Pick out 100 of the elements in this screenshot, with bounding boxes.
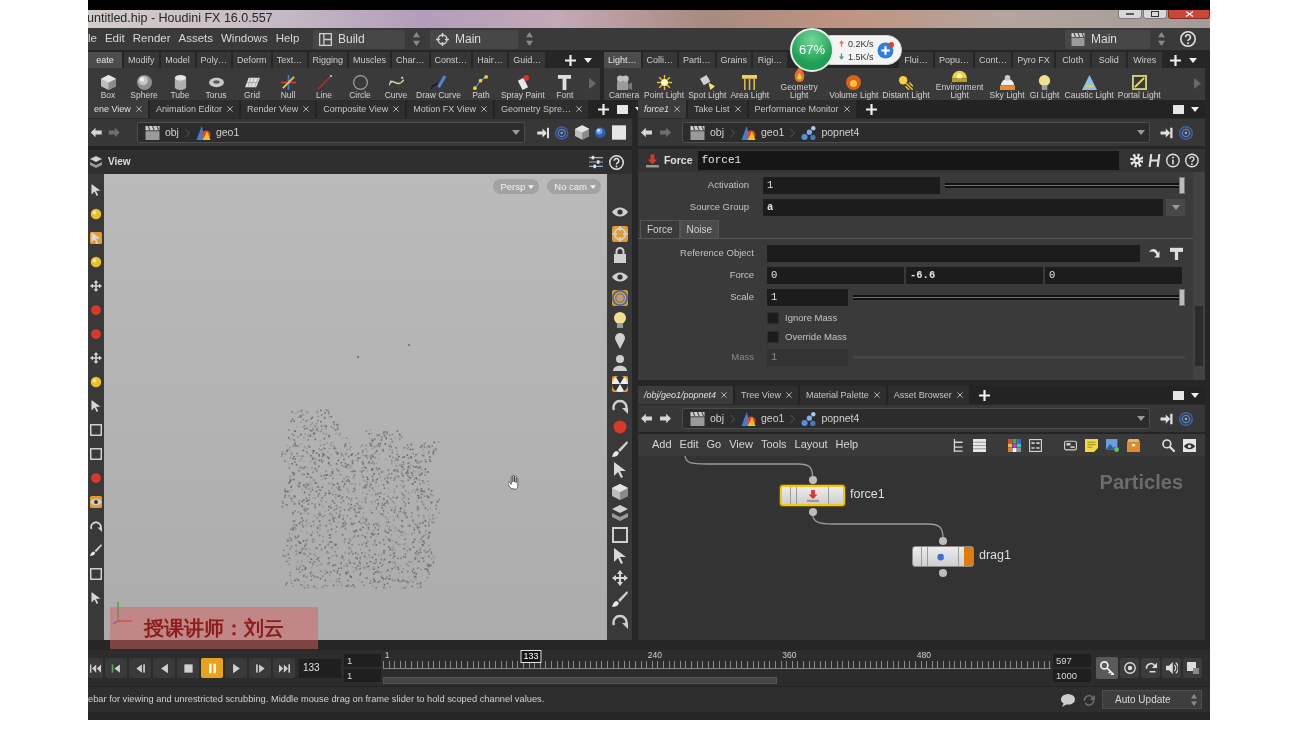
close-icon[interactable]: [674, 106, 680, 112]
shelf-tab[interactable]: Model: [160, 52, 195, 68]
move-arrows-icon[interactable]: [90, 352, 102, 364]
rotate-icon[interactable]: [611, 397, 628, 414]
shelf-tool[interactable]: Curve: [378, 68, 414, 100]
close-icon[interactable]: [226, 106, 233, 112]
target-icon[interactable]: [1179, 411, 1193, 426]
shelf-tab[interactable]: Parti…: [679, 52, 715, 68]
desktop-dropdown[interactable]: Build: [313, 29, 405, 49]
folder-tab[interactable]: Force: [640, 220, 680, 238]
dot-icon[interactable]: [611, 419, 628, 435]
updown-arrows-icon[interactable]: [413, 32, 420, 46]
shelf-tool[interactable]: Null: [270, 68, 306, 100]
shelf-tab[interactable]: Cloth: [1055, 52, 1090, 68]
shelf-tool[interactable]: Tube: [162, 68, 198, 100]
updown-arrows-icon[interactable]: [526, 32, 533, 46]
dot-icon[interactable]: [90, 472, 102, 484]
global-end-field[interactable]: 1000: [1053, 669, 1091, 682]
close-icon[interactable]: [393, 106, 400, 112]
path-field[interactable]: obj geo1 popnet4: [682, 122, 1150, 143]
shelf-tool[interactable]: Box: [90, 68, 126, 100]
options-button[interactable]: [1183, 658, 1202, 678]
square-icon[interactable]: [611, 125, 626, 140]
pane-tab[interactable]: Tree View: [735, 386, 799, 404]
add-tab-icon[interactable]: [865, 103, 877, 115]
shelf-tool[interactable]: Font: [546, 68, 583, 100]
target-icon[interactable]: [1179, 125, 1193, 140]
shelf-tab[interactable]: Flui…: [899, 52, 934, 68]
network-node[interactable]: [912, 546, 974, 567]
menu-item[interactable]: Help: [831, 438, 863, 452]
close-icon[interactable]: [721, 392, 728, 398]
help-icon[interactable]: [1180, 31, 1196, 47]
close-icon[interactable]: [481, 106, 488, 112]
shelf-tab[interactable]: Hair…: [473, 52, 508, 68]
rotate-icon[interactable]: [90, 520, 102, 532]
shelf-tool[interactable]: Torus: [198, 68, 234, 100]
dot-icon[interactable]: [90, 328, 102, 340]
shelf-tool[interactable]: Camera: [606, 68, 642, 100]
desktop-dropdown[interactable]: Main: [1065, 29, 1150, 49]
shelf-tool[interactable]: Sky Light: [987, 68, 1027, 100]
updown-arrows-icon[interactable]: [1158, 32, 1165, 46]
global-start-field[interactable]: 1: [344, 669, 381, 682]
close-icon[interactable]: [734, 106, 741, 112]
slider-handle[interactable]: [1179, 176, 1185, 194]
shelf-tool[interactable]: Line: [306, 68, 342, 100]
back-arrow-icon[interactable]: [640, 127, 653, 138]
menu-item[interactable]: Tools: [756, 438, 791, 452]
caret-icon[interactable]: [1191, 106, 1199, 112]
grid-icon[interactable]: [1029, 438, 1042, 452]
number-field[interactable]: 1: [763, 176, 940, 194]
rotate-icon[interactable]: [611, 612, 628, 629]
range-start-field[interactable]: 1: [344, 654, 381, 667]
pane-tab[interactable]: Material Palette: [800, 386, 886, 404]
gear-icon[interactable]: [1129, 153, 1144, 168]
close-icon[interactable]: [786, 392, 793, 398]
pointer-icon[interactable]: [611, 548, 628, 564]
sphere-icon[interactable]: [595, 127, 606, 138]
step-forward-button[interactable]: [249, 658, 271, 678]
path-crumb[interactable]: obj: [141, 125, 182, 140]
wire[interactable]: [684, 456, 814, 477]
checkbox[interactable]: [767, 311, 779, 324]
folder-tab[interactable]: Noise: [679, 220, 720, 238]
timeline-scrollbar[interactable]: [383, 677, 778, 684]
lock-icon[interactable]: [611, 247, 628, 263]
shelf-tool[interactable]: GI Light: [1026, 68, 1063, 100]
shelf-tab[interactable]: Const…: [430, 52, 472, 68]
pane-tab[interactable]: force1: [638, 100, 686, 118]
shelf-tab[interactable]: Text…: [272, 52, 307, 68]
pointer-icon[interactable]: [90, 592, 102, 604]
back-arrow-icon[interactable]: [90, 127, 103, 138]
brush-icon[interactable]: [611, 591, 628, 607]
menu-item[interactable]: Assets: [174, 32, 217, 46]
shelf-tool[interactable]: Portal Light: [1115, 68, 1163, 100]
pane-tab[interactable]: Performance Monitor: [748, 100, 856, 118]
network-box-icon[interactable]: [1064, 438, 1077, 452]
color-palette-icon[interactable]: [1008, 438, 1021, 452]
caret-icon[interactable]: [584, 57, 592, 63]
down-arrow-icon[interactable]: [646, 153, 659, 168]
add-tab-icon[interactable]: [978, 389, 990, 401]
pane-tab[interactable]: Take List: [688, 100, 747, 118]
dot-icon[interactable]: [90, 304, 102, 316]
pane-tab[interactable]: Animation Editor: [149, 100, 239, 118]
refresh-icon[interactable]: [1083, 693, 1095, 706]
number-field[interactable]: -6.6: [906, 266, 1043, 284]
pointer-icon[interactable]: [90, 184, 102, 196]
info-icon[interactable]: [1166, 153, 1181, 168]
sticky-note-icon[interactable]: [1085, 438, 1098, 452]
path-crumb[interactable]: popnet4: [798, 411, 863, 426]
sliders-icon[interactable]: [589, 155, 603, 169]
minimize-button[interactable]: [1118, 10, 1142, 19]
move-arrows-icon[interactable]: [611, 569, 628, 586]
path-input-field[interactable]: [767, 244, 1140, 262]
person-icon[interactable]: [611, 354, 628, 371]
target-icon[interactable]: [555, 125, 569, 140]
shelf-tool[interactable]: Path: [462, 68, 499, 100]
package-icon[interactable]: [1127, 438, 1140, 452]
input-port[interactable]: [808, 476, 817, 484]
shelf-tab[interactable]: Popu…: [935, 52, 974, 68]
shelf-tool[interactable]: Draw Curve: [414, 68, 463, 100]
pointer-icon[interactable]: [90, 400, 102, 412]
